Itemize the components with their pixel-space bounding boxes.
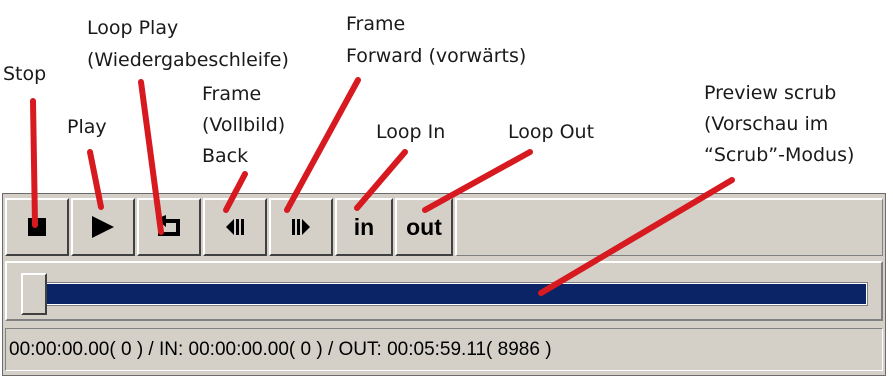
annotation-play: Play [67,116,107,138]
stop-button[interactable] [5,198,69,256]
loop-in-label: in [353,213,375,240]
annotation-loop-play: Loop Play (Wiedergabeschleife) [87,17,289,71]
stop-icon [28,218,46,236]
annotation-frame-forward: Frame Forward (vorwärts) [346,13,527,67]
preview-scrub-area [5,261,883,321]
frame-back-button[interactable] [203,198,267,256]
annotation-frame-back: Frame (Vollbild) Back [202,83,286,167]
play-icon [92,216,114,238]
preview-scrub-track[interactable] [44,282,868,306]
preview-scrub-thumb[interactable] [21,273,47,315]
annotation-loop-in: Loop In [376,121,446,143]
loop-icon [156,215,180,236]
transport-toolbar: in out [5,196,883,258]
frame-forward-icon [292,219,310,235]
callout-arrow-frame-forward [284,77,361,213]
timecode-status-bar: 00:00:00.00( 0 ) / IN: 00:00:00.00( 0 ) … [5,328,883,371]
loop-out-label: out [406,213,442,240]
frame-forward-button[interactable] [269,198,333,256]
toolbar-empty-area [455,198,883,256]
annotation-stop: Stop [3,63,47,85]
loop-play-button[interactable] [137,198,201,256]
annotation-preview-scrub: Preview scrub (Vorschau im “Scrub”-Modus… [704,82,855,166]
loop-in-button[interactable]: in [335,198,393,256]
play-button[interactable] [71,198,135,256]
annotation-loop-out: Loop Out [508,121,595,143]
player-control-panel: in out 00:00:00.00( 0 ) / IN: 00:00:00.0… [2,193,886,376]
loop-out-button[interactable]: out [395,198,453,256]
frame-back-icon [226,219,244,235]
